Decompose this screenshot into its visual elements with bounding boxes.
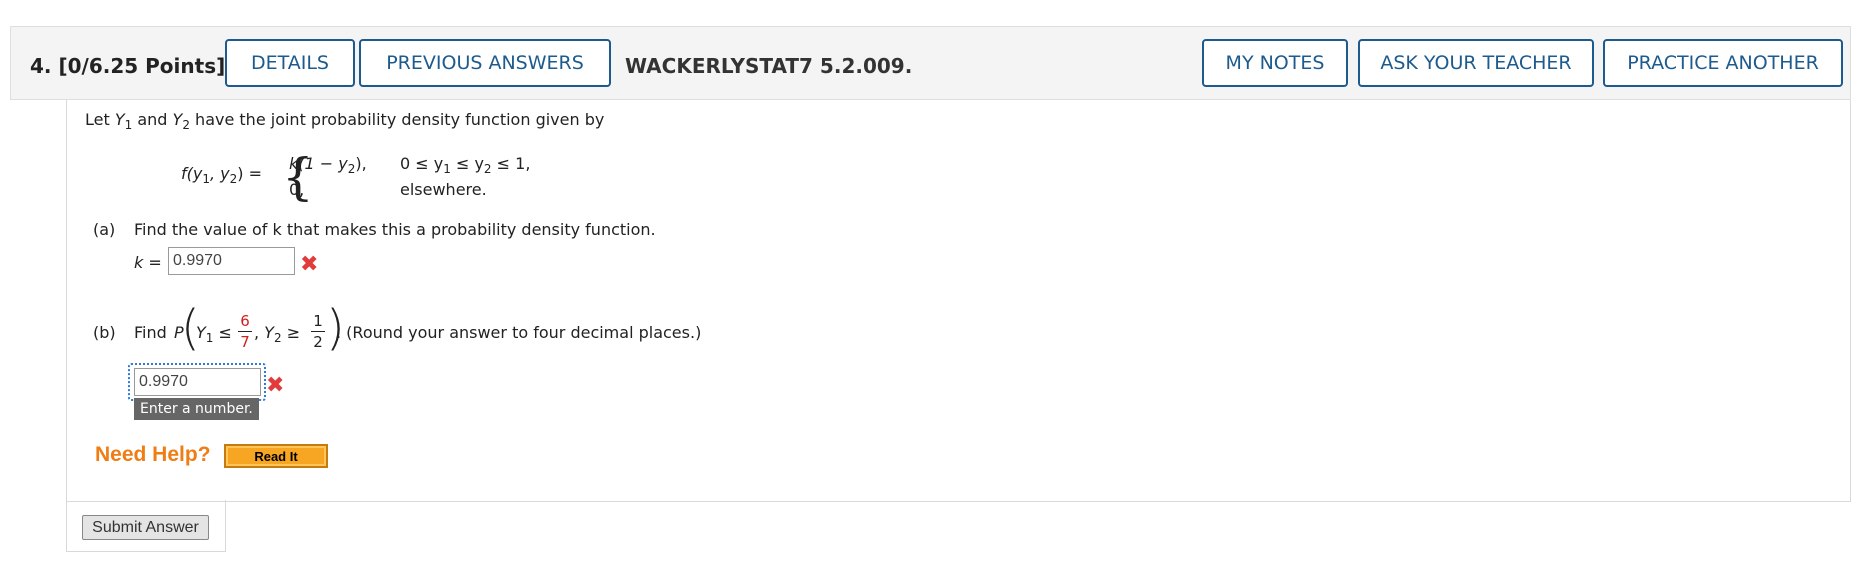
problem-intro: Let Y1 and Y2 have the joint probability… [85, 110, 605, 133]
previous-answers-button[interactable]: PREVIOUS ANSWERS [359, 39, 611, 87]
question-header: 4. [0/6.25 Points] DETAILS PREVIOUS ANSW… [10, 26, 1851, 100]
read-it-button[interactable]: Read It [224, 444, 328, 468]
fraction-1-2: 12 [311, 312, 325, 351]
fraction-6-7: 67 [238, 312, 252, 351]
case1-expression: k(1 − y2), [289, 154, 367, 177]
ask-your-teacher-button[interactable]: ASK YOUR TEACHER [1358, 39, 1594, 87]
part-b-answer-input[interactable] [134, 368, 261, 396]
part-a-var-label: k = [134, 253, 162, 272]
submit-answer-button[interactable]: Submit Answer [82, 515, 209, 540]
details-button[interactable]: DETAILS [225, 39, 355, 87]
part-b-instruction: . (Round your answer to four decimal pla… [336, 323, 702, 342]
practice-another-button[interactable]: PRACTICE ANOTHER [1603, 39, 1843, 87]
y2-term: , Y2 ≥ [254, 323, 301, 346]
case2-condition: elsewhere. [400, 180, 487, 199]
question-number-points: 4. [0/6.25 Points] [30, 54, 226, 78]
part-a-answer-input[interactable] [168, 247, 295, 275]
case2-expression: 0, [289, 180, 305, 199]
need-help-label: Need Help? [95, 443, 211, 466]
part-a-question: Find the value of k that makes this a pr… [134, 220, 656, 239]
incorrect-x-icon: ✖ [266, 373, 285, 398]
case1-condition: 0 ≤ y1 ≤ y2 ≤ 1, [400, 154, 531, 177]
function-lhs: f(y1, y2) = [181, 164, 262, 187]
part-a-label: (a) [93, 220, 116, 239]
problem-code: WACKERLYSTAT7 5.2.009. [625, 54, 913, 78]
y1-term: Y1 ≤ [196, 323, 232, 346]
part-b-find: Find [134, 323, 167, 342]
enter-number-tooltip: Enter a number. [134, 398, 259, 420]
part-b-label: (b) [93, 323, 116, 342]
incorrect-x-icon: ✖ [300, 252, 319, 277]
my-notes-button[interactable]: MY NOTES [1202, 39, 1348, 87]
